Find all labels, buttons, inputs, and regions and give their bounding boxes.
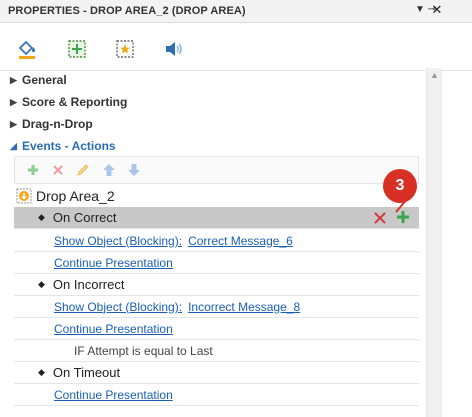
event-on-correct[interactable]: ◆ On Correct xyxy=(14,207,419,229)
section-general[interactable]: ▶ General xyxy=(10,70,67,90)
action-row: Continue Presentation xyxy=(14,318,419,340)
action-target-link[interactable]: Incorrect Message_8 xyxy=(188,300,300,314)
condition-row: IF Attempt is equal to Last xyxy=(14,340,419,362)
close-icon[interactable]: ✕ xyxy=(430,3,444,17)
callout-badge: 3 xyxy=(383,169,417,203)
properties-toolbar xyxy=(0,23,472,71)
event-label: On Incorrect xyxy=(52,277,125,292)
diamond-icon: ◆ xyxy=(38,367,45,377)
delete-icon[interactable] xyxy=(50,162,66,178)
expand-icon: ▶ xyxy=(10,118,17,129)
drop-area-icon xyxy=(16,188,32,204)
section-label: Drag-n-Drop xyxy=(22,117,93,131)
move-up-icon[interactable] xyxy=(101,162,117,178)
event-label: On Timeout xyxy=(52,365,121,380)
section-events-actions[interactable]: ◢ Events - Actions xyxy=(10,136,116,156)
section-score-reporting[interactable]: ▶ Score & Reporting xyxy=(10,92,127,112)
move-down-icon[interactable] xyxy=(126,162,142,178)
audio-icon[interactable] xyxy=(162,38,184,60)
tree-root-label: Drop Area_2 xyxy=(36,188,115,204)
add-icon[interactable] xyxy=(25,162,41,178)
action-row: Continue Presentation xyxy=(14,252,419,274)
diamond-icon: ◆ xyxy=(38,212,45,222)
condition-label[interactable]: IF Attempt is equal to Last xyxy=(74,344,213,358)
action-row: Show Object (Blocking): Incorrect Messag… xyxy=(14,296,419,318)
event-on-timeout[interactable]: ◆ On Timeout xyxy=(14,362,419,384)
section-drag-n-drop[interactable]: ▶ Drag-n-Drop xyxy=(10,114,93,134)
action-row: Show Object (Blocking): Correct Message_… xyxy=(14,230,419,252)
expand-icon: ▶ xyxy=(10,96,17,107)
panel-titlebar: PROPERTIES - DROP AREA_2 (DROP AREA) ▼ ⊸… xyxy=(0,0,472,23)
action-row: Continue Presentation xyxy=(14,384,419,406)
size-position-icon[interactable] xyxy=(66,38,88,60)
event-on-incorrect[interactable]: ◆ On Incorrect xyxy=(14,274,419,296)
action-link[interactable]: Continue Presentation xyxy=(54,256,173,270)
event-label: On Correct xyxy=(52,210,117,225)
action-target-link[interactable]: Correct Message_6 xyxy=(188,234,293,248)
panel-scrollbar[interactable]: ▲ xyxy=(426,68,442,417)
action-link[interactable]: Show Object (Blocking): xyxy=(54,300,182,314)
action-link[interactable]: Continue Presentation xyxy=(54,322,173,336)
section-label: Score & Reporting xyxy=(22,95,128,109)
actions-toolbar xyxy=(14,156,419,184)
action-link[interactable]: Continue Presentation xyxy=(54,388,173,402)
section-label: Events - Actions xyxy=(22,139,116,153)
collapse-icon: ◢ xyxy=(10,140,17,151)
action-link[interactable]: Show Object (Blocking): xyxy=(54,234,182,248)
fill-icon[interactable] xyxy=(16,38,38,60)
tree-root-drop-area[interactable]: Drop Area_2 xyxy=(16,186,115,206)
expand-icon: ▶ xyxy=(10,74,17,85)
diamond-icon: ◆ xyxy=(38,279,45,289)
edit-icon[interactable] xyxy=(75,162,91,178)
section-label: General xyxy=(22,73,67,87)
star-frame-icon[interactable] xyxy=(114,38,136,60)
panel-title: PROPERTIES - DROP AREA_2 (DROP AREA) xyxy=(8,5,246,17)
scroll-up-icon[interactable]: ▲ xyxy=(430,70,439,80)
remove-event-icon[interactable] xyxy=(373,211,387,225)
